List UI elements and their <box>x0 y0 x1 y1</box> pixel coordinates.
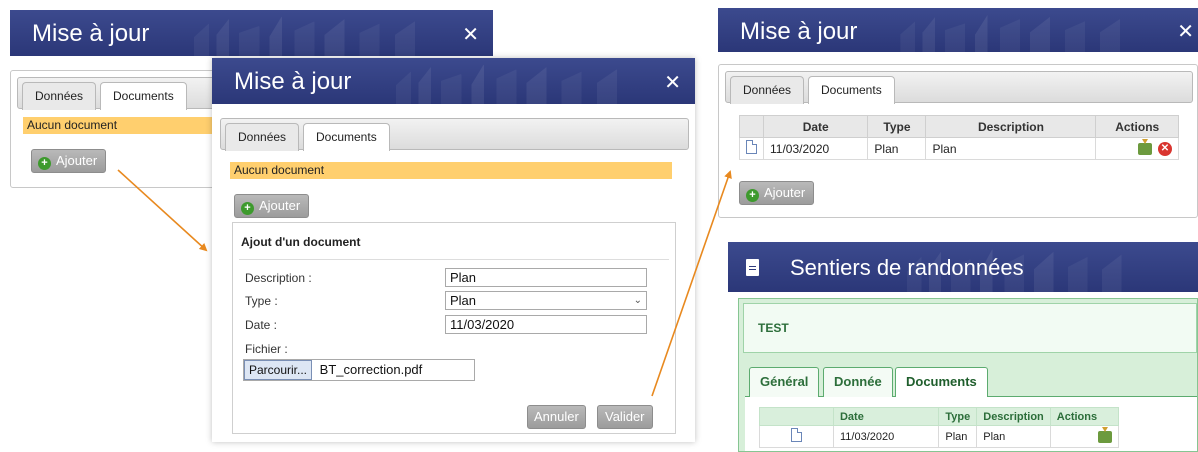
documents-table: Date Type Description Actions 11/03/2020… <box>739 115 1179 160</box>
dialog-body: Données Documents Date Type Description … <box>718 64 1198 218</box>
dialog-title-bar: Mise à jour ✕ <box>718 8 1198 52</box>
type-select-value: Plan <box>450 293 477 308</box>
close-icon[interactable]: ✕ <box>664 70 681 95</box>
row-actions <box>1049 425 1120 448</box>
empty-notice: Aucun document <box>23 117 233 134</box>
document-icon-cell <box>739 137 764 160</box>
add-button[interactable]: + Ajouter <box>739 181 815 205</box>
tab-documents[interactable]: Documents <box>303 123 390 151</box>
type-column-header: Type <box>938 407 978 426</box>
skyline-decoration <box>395 64 647 104</box>
file-label: Fichier : <box>245 342 288 356</box>
documents-table: Date Type Description Actions 11/03/2020… <box>759 407 1120 448</box>
plus-circle-icon: + <box>38 157 51 170</box>
tab-donnees[interactable]: Données <box>22 82 97 110</box>
type-column-header: Type <box>867 115 927 138</box>
dialog-title: Mise à jour <box>32 20 150 47</box>
record-header: TEST <box>743 303 1197 353</box>
date-label: Date : <box>245 318 278 332</box>
panel-title-bar: Sentiers de randonnées <box>728 242 1198 292</box>
cancel-button[interactable]: Annuler <box>527 405 586 429</box>
skyline-decoration <box>900 14 1150 52</box>
row-type: Plan <box>938 425 978 448</box>
date-column-header: Date <box>762 115 869 138</box>
panel-title: Sentiers de randonnées <box>790 255 1024 280</box>
dialog-title-bar: Mise à jour ✕ <box>10 10 493 56</box>
document-icon[interactable] <box>746 140 757 154</box>
documents-content: Date Type Description Actions 11/03/2020… <box>745 397 1197 451</box>
add-button[interactable]: + Ajouter <box>234 194 310 218</box>
tab-donnees[interactable]: Données <box>730 76 805 104</box>
table-header-row: Date Type Description Actions <box>759 407 1120 426</box>
actions-column-header: Actions <box>1049 407 1120 426</box>
dialog-title-bar: Mise à jour ✕ <box>212 58 695 104</box>
add-button-label: Ajouter <box>56 153 98 168</box>
document-icon <box>746 259 759 276</box>
icon-column-header <box>759 407 834 426</box>
close-icon[interactable]: ✕ <box>462 22 479 47</box>
download-icon[interactable] <box>1098 426 1112 443</box>
tab-bar: Données Documents <box>220 118 689 151</box>
date-column-header: Date <box>832 407 940 426</box>
type-select[interactable]: Plan ⌄ <box>445 291 647 310</box>
record-name: TEST <box>758 321 789 335</box>
plus-circle-icon: + <box>746 189 759 202</box>
row-description: Plan <box>925 137 1097 160</box>
green-frame: TEST Général Donnée Documents Date Type … <box>738 298 1198 452</box>
sentiers-panel: Sentiers de randonnées TEST Général Donn… <box>728 242 1198 452</box>
tab-general[interactable]: Général <box>749 367 820 397</box>
add-button-label: Ajouter <box>259 198 301 213</box>
table-header-row: Date Type Description Actions <box>739 115 1179 138</box>
dialog-mise-a-jour-list: Mise à jour ✕ Données Documents Date Typ… <box>718 8 1198 218</box>
row-actions: ✕ <box>1095 137 1179 160</box>
row-date: 11/03/2020 <box>762 137 869 160</box>
table-row: 11/03/2020 Plan Plan <box>759 425 1120 448</box>
skyline-decoration <box>193 16 445 56</box>
dialog-mise-a-jour-form: Mise à jour ✕ Données Documents Aucun do… <box>212 58 695 442</box>
download-icon[interactable] <box>1137 138 1152 155</box>
dialog-body: Données Documents Aucun document + Ajoute… <box>212 116 695 442</box>
table-row: 11/03/2020 Plan Plan ✕ <box>739 137 1179 160</box>
add-button-label: Ajouter <box>764 185 806 200</box>
row-date: 11/03/2020 <box>832 425 940 448</box>
description-column-header: Description <box>925 115 1097 138</box>
form-heading: Ajout d'un document <box>241 235 361 249</box>
tab-donnee[interactable]: Donnée <box>823 367 893 397</box>
add-document-form: Ajout d'un document Description : Plan T… <box>232 222 676 434</box>
tab-documents[interactable]: Documents <box>895 367 988 397</box>
tab-documents[interactable]: Documents <box>808 76 895 104</box>
type-label: Type : <box>245 294 278 308</box>
tab-donnees[interactable]: Données <box>225 123 300 151</box>
file-input[interactable]: Parcourir... BT_correction.pdf <box>243 359 475 381</box>
delete-icon[interactable]: ✕ <box>1158 141 1172 156</box>
date-field[interactable]: 11/03/2020 <box>445 315 647 334</box>
description-label: Description : <box>245 271 312 285</box>
form-divider <box>239 259 669 260</box>
document-icon[interactable] <box>790 428 802 442</box>
tab-bar: Données Documents <box>725 71 1193 104</box>
chevron-down-icon: ⌄ <box>633 295 642 306</box>
row-description: Plan <box>976 425 1051 448</box>
green-tab-bar: Général Donnée Documents <box>745 367 1197 397</box>
plus-circle-icon: + <box>241 202 254 215</box>
browse-button[interactable]: Parcourir... <box>244 360 313 380</box>
row-type: Plan <box>867 137 927 160</box>
close-icon[interactable]: ✕ <box>1177 19 1194 44</box>
submit-button[interactable]: Valider <box>597 405 653 429</box>
actions-column-header: Actions <box>1095 115 1179 138</box>
dialog-title: Mise à jour <box>234 68 352 95</box>
tab-documents[interactable]: Documents <box>100 82 187 110</box>
file-name: BT_correction.pdf <box>319 362 423 377</box>
description-field[interactable]: Plan <box>445 268 647 287</box>
icon-column-header <box>739 115 764 138</box>
dialog-title: Mise à jour <box>740 18 858 45</box>
add-button[interactable]: + Ajouter <box>31 149 107 173</box>
description-column-header: Description <box>976 407 1051 426</box>
document-icon-cell <box>759 425 834 448</box>
empty-notice: Aucun document <box>230 162 672 179</box>
